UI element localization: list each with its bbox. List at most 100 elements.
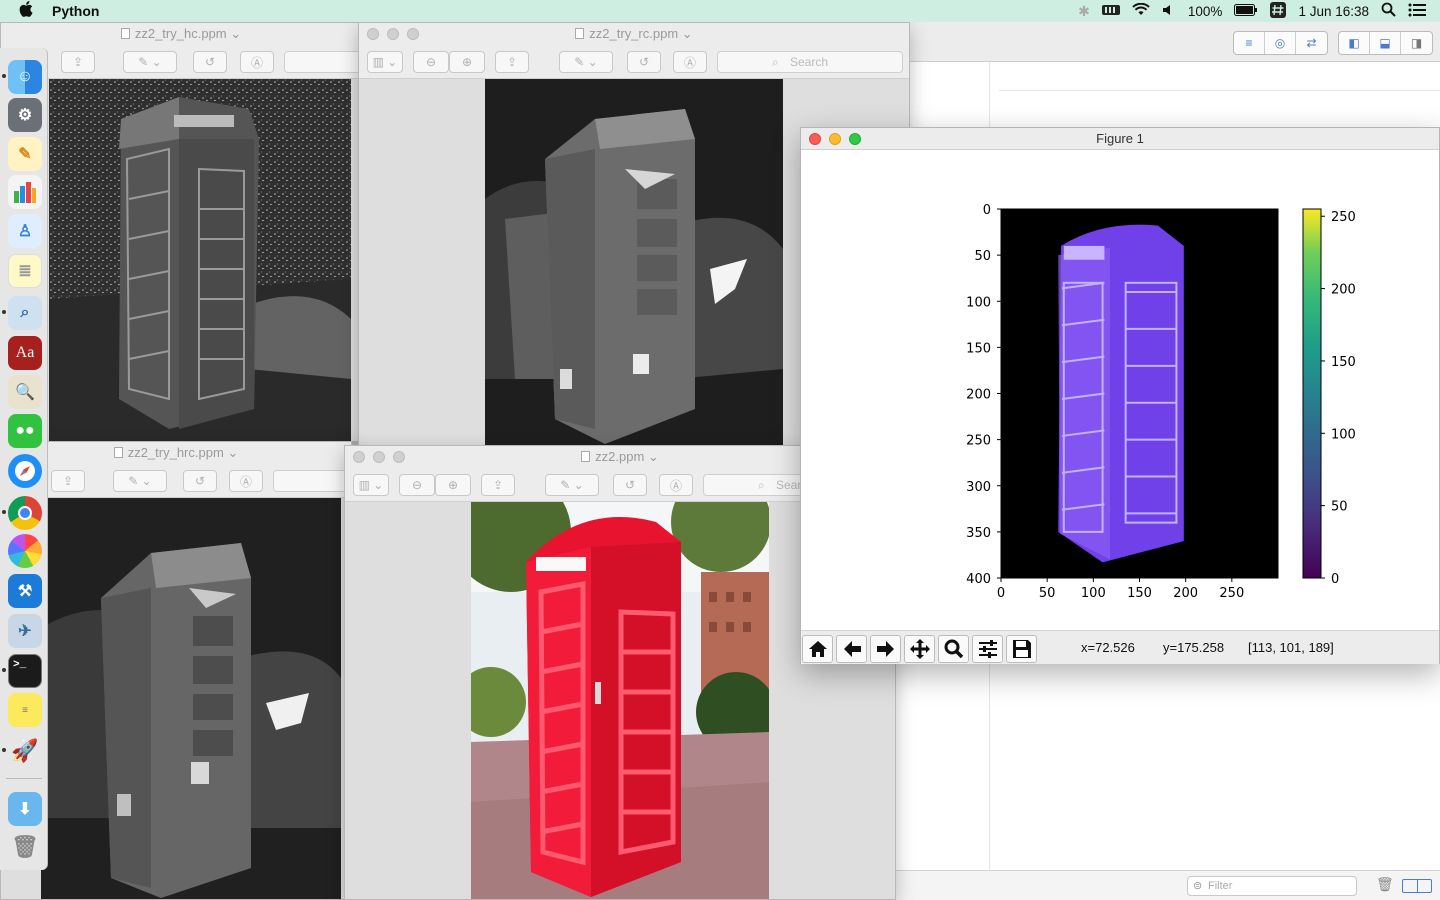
close-icon[interactable] xyxy=(809,133,821,145)
safari-icon[interactable] xyxy=(8,454,42,488)
trash-icon[interactable]: 🗑 xyxy=(1376,876,1394,893)
terminal-icon[interactable]: >_ xyxy=(8,654,42,688)
downloads-folder-icon[interactable]: ⬇ xyxy=(8,792,42,826)
hashtag-icon[interactable] xyxy=(1270,1,1287,21)
configure-icon[interactable] xyxy=(972,635,1003,663)
volume-icon[interactable] xyxy=(1162,3,1176,19)
chevron-down-icon[interactable]: ⌄ xyxy=(227,445,238,460)
zoom-in-button[interactable]: ⊕ xyxy=(449,51,485,73)
rotate-button[interactable]: ↺ xyxy=(613,474,647,496)
date-time[interactable]: 1 Jun 16:38 xyxy=(1298,4,1369,19)
annotate-button[interactable]: Ⓐ xyxy=(659,474,693,496)
minimize-icon[interactable] xyxy=(373,451,385,463)
zoom-out-button[interactable]: ⊖ xyxy=(413,51,449,73)
x-tick-label: 250 xyxy=(1219,586,1244,601)
minimize-icon[interactable] xyxy=(829,133,841,145)
rotate-button[interactable]: ↺ xyxy=(193,51,227,73)
chevron-down-icon[interactable]: ⌄ xyxy=(682,26,693,41)
notification-center-icon[interactable] xyxy=(1408,3,1426,20)
y-tick-label: 100 xyxy=(966,295,991,310)
rotate-button[interactable]: ↺ xyxy=(183,470,217,492)
editor-toolbar: ≡ ◎ ⇄ ◧ ⬓ ◨ xyxy=(891,22,1440,62)
markup-button[interactable]: ✎ ⌄ xyxy=(123,51,177,73)
dictionary-icon[interactable]: Aa xyxy=(8,336,42,370)
share-button[interactable]: ⇪ xyxy=(61,51,95,73)
assistant-editor-icon[interactable]: ◎ xyxy=(1265,32,1296,54)
battery-icon[interactable] xyxy=(1234,3,1258,19)
markup-button[interactable]: ✎ ⌄ xyxy=(113,470,167,492)
editor-line xyxy=(999,90,1440,91)
document-icon xyxy=(120,28,130,39)
right-panel-toggle-icon[interactable]: ◨ xyxy=(1401,32,1432,54)
chevron-down-icon[interactable]: ⌄ xyxy=(230,26,241,41)
markup-button[interactable]: ✎ ⌄ xyxy=(559,51,613,73)
pan-icon[interactable] xyxy=(904,635,935,663)
system-preferences-icon[interactable]: ⚙ xyxy=(8,98,42,132)
zoom-window-icon[interactable] xyxy=(393,451,405,463)
minimize-icon[interactable] xyxy=(387,28,399,40)
rotate-button[interactable]: ↺ xyxy=(627,51,661,73)
window-titlebar[interactable]: zz2_try_hrc.ppm ⌄ xyxy=(1,442,351,464)
stickies-icon[interactable]: ≡ xyxy=(8,693,42,727)
window-titlebar[interactable]: zz2_try_hc.ppm ⌄ xyxy=(1,23,361,45)
preview-app-icon[interactable]: ✈ xyxy=(8,614,42,648)
share-button[interactable]: ⇪ xyxy=(481,474,515,496)
forward-icon[interactable] xyxy=(870,635,901,663)
pages-icon[interactable]: ✎ xyxy=(8,137,42,171)
figure-titlebar[interactable]: Figure 1 xyxy=(801,128,1439,150)
filter-placeholder: Filter xyxy=(1208,880,1233,892)
finder-icon[interactable]: ☺ xyxy=(8,60,42,94)
split-view-icon[interactable] xyxy=(1402,879,1432,893)
annotate-button[interactable]: Ⓐ xyxy=(229,470,263,492)
home-icon[interactable] xyxy=(802,635,833,663)
search-field[interactable] xyxy=(284,51,361,73)
preview-icon[interactable]: ⌕ xyxy=(8,296,42,330)
zoom-window-icon[interactable] xyxy=(849,133,861,145)
search-field[interactable] xyxy=(273,470,351,492)
colorbar-tick-label: 200 xyxy=(1331,283,1356,298)
notes-icon[interactable]: ≣ xyxy=(8,254,42,288)
sidebar-toggle-button[interactable]: ▥ ⌄ xyxy=(353,474,389,496)
python-launcher-icon[interactable]: 🚀 xyxy=(8,734,42,768)
bottom-panel-toggle-icon[interactable]: ⬓ xyxy=(1370,32,1401,54)
numbers-icon[interactable] xyxy=(8,175,42,209)
memory-icon[interactable] xyxy=(1101,3,1120,19)
share-button[interactable]: ⇪ xyxy=(51,470,85,492)
preview-magnifier-icon[interactable]: 🔍 xyxy=(8,375,42,409)
photos-icon[interactable] xyxy=(8,534,42,568)
save-icon[interactable] xyxy=(1006,635,1037,663)
close-icon[interactable] xyxy=(353,451,365,463)
window-title: zz2_try_rc.ppm xyxy=(589,26,679,41)
back-icon[interactable] xyxy=(836,635,867,663)
keynote-icon[interactable]: ♙ xyxy=(8,214,42,248)
zoom-icon[interactable] xyxy=(938,635,969,663)
zoom-in-button[interactable]: ⊕ xyxy=(435,474,471,496)
chevron-down-icon[interactable]: ⌄ xyxy=(648,449,659,464)
sidebar-toggle-button[interactable]: ▥ ⌄ xyxy=(367,51,403,73)
zoom-out-button[interactable]: ⊖ xyxy=(399,474,435,496)
figure-canvas[interactable]: 0 50 100 150 200 250 0 50 100 150 200 250 300 350 400… xyxy=(801,150,1439,630)
colorbar-tick-label: 50 xyxy=(1331,500,1348,515)
standard-editor-icon[interactable]: ≡ xyxy=(1234,32,1265,54)
wechat-icon[interactable]: ●● xyxy=(8,414,42,448)
share-button[interactable]: ⇪ xyxy=(495,51,529,73)
chrome-icon[interactable] xyxy=(8,496,42,530)
zoom-window-icon[interactable] xyxy=(407,28,419,40)
window-titlebar[interactable]: zz2_try_rc.ppm ⌄ xyxy=(359,23,909,45)
left-panel-toggle-icon[interactable]: ◧ xyxy=(1339,32,1370,54)
spotlight-search-icon[interactable] xyxy=(1381,2,1396,20)
annotate-button[interactable]: Ⓐ xyxy=(673,51,707,73)
apple-menu-icon[interactable] xyxy=(0,1,52,21)
version-editor-icon[interactable]: ⇄ xyxy=(1296,32,1327,54)
app-name[interactable]: Python xyxy=(52,3,99,19)
search-field[interactable]: ⌕ Search xyxy=(717,51,903,73)
bluetooth-icon[interactable]: ✱ xyxy=(1078,3,1090,20)
markup-button[interactable]: ✎ ⌄ xyxy=(545,474,599,496)
battery-percent[interactable]: 100% xyxy=(1188,4,1223,19)
filter-field[interactable]: ⊜ Filter xyxy=(1187,876,1357,896)
annotate-button[interactable]: Ⓐ xyxy=(240,51,274,73)
xcode-icon[interactable]: ⚒ xyxy=(8,574,42,608)
trash-dock-icon[interactable]: 🗑 xyxy=(8,830,42,864)
wifi-icon[interactable] xyxy=(1132,2,1150,19)
close-icon[interactable] xyxy=(367,28,379,40)
